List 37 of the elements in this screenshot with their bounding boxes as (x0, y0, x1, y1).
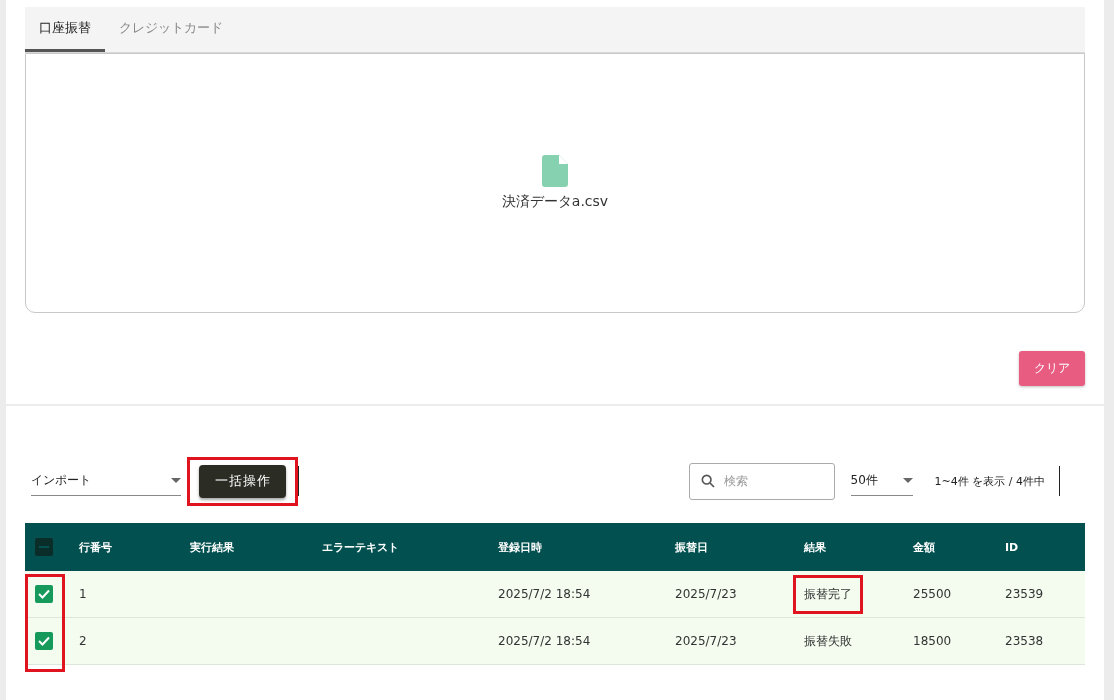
select-all-checkbox[interactable] (35, 538, 53, 556)
bulk-action-button[interactable]: 一括操作 (199, 464, 286, 498)
table-cell: 2025/7/2 18:54 (498, 634, 591, 648)
table-cell: 振替完了 (793, 574, 863, 614)
table-cell: 2025/7/23 (675, 634, 737, 648)
table-cell: 25500 (913, 587, 952, 601)
caret-icon (902, 478, 913, 483)
row-checkbox[interactable] (35, 585, 53, 603)
pagination-info: 1~4件 を表示 / 4件中 (934, 473, 1045, 489)
file-name: 決済データa.csv (501, 193, 609, 211)
tab[interactable]: 口座振替 (25, 7, 105, 52)
table-row[interactable]: 1 2025/7/2 18:54 2025/7/23 振替完了 25500 23539 (25, 571, 1085, 618)
table-row[interactable]: 2 2025/7/2 18:54 2025/7/23 振替失敗 18500 23538 (25, 618, 1085, 665)
column-header: エラーテキスト (322, 539, 400, 555)
column-header: 登録日時 (498, 539, 543, 555)
table-cell: 振替失敗 (804, 632, 852, 650)
table-cell: 23538 (1005, 634, 1044, 648)
search-field[interactable]: 検索 (688, 462, 835, 500)
column-header: 振替日 (675, 539, 709, 555)
caret-icon (171, 478, 181, 483)
search-icon (699, 472, 716, 489)
table-cell: 23539 (1005, 587, 1044, 601)
column-header: 金額 (913, 539, 936, 555)
column-header: 行番号 (79, 539, 113, 555)
table-cell: 1 (79, 587, 87, 601)
file-drop-zone[interactable]: 決済データa.csv (25, 53, 1085, 313)
row-checkbox[interactable] (35, 632, 53, 650)
file-icon (542, 155, 568, 187)
table-cell: 2025/7/2 18:54 (498, 587, 591, 601)
table-cell: 2 (79, 634, 87, 648)
table-cell: 18500 (913, 634, 952, 648)
column-header: 実行結果 (190, 539, 235, 555)
table-cell: 2025/7/23 (675, 587, 737, 601)
page-size-select[interactable]: 50件 (850, 466, 913, 496)
action-select[interactable]: インポート (31, 466, 181, 496)
column-header: 結果 (804, 539, 827, 555)
column-header: ID (1005, 540, 1020, 554)
